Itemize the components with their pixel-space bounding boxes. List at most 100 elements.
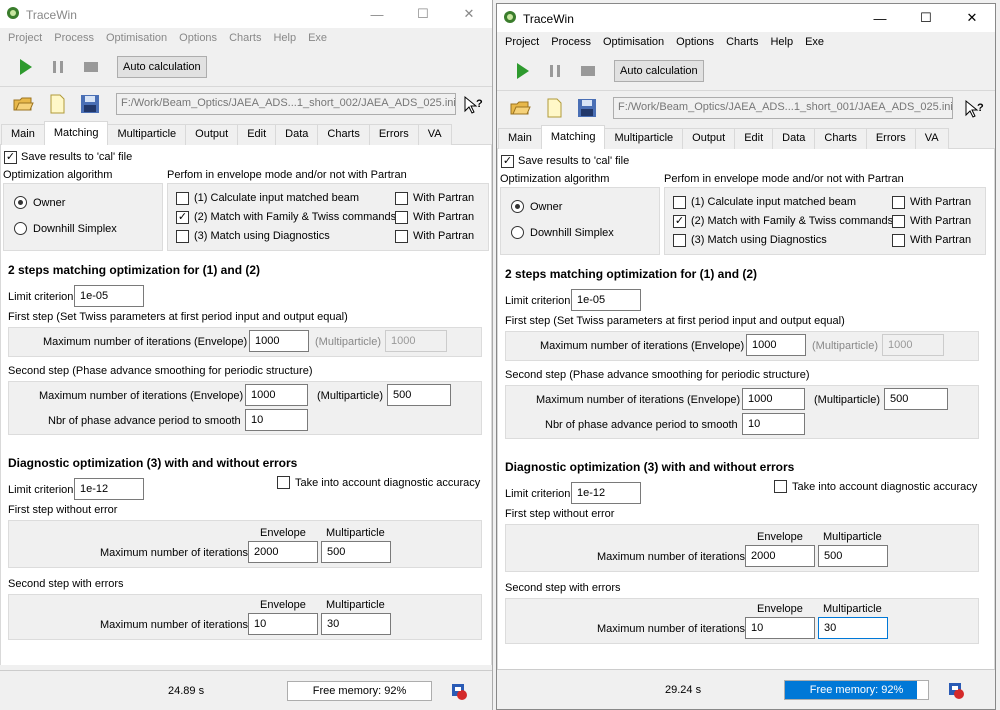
limit1-input[interactable]: 1e-05 [74,285,144,307]
partran1-checkbox[interactable] [395,192,408,205]
d2-mp-input[interactable]: 30 [321,613,391,635]
gc-robot-icon[interactable] [945,679,967,701]
tab-matching[interactable]: Matching [43,121,109,145]
save-disk-icon[interactable] [576,97,598,119]
d2-mp-input[interactable]: 30 [818,617,888,639]
pause-icon[interactable] [544,60,566,82]
menu-optimisation[interactable]: Optimisation [100,32,173,44]
d2-env-input[interactable]: 10 [745,617,815,639]
menu-help[interactable]: Help [764,36,799,48]
pause-icon[interactable] [47,56,69,78]
d2-env-input[interactable]: 10 [248,613,318,635]
option2-checkbox[interactable]: ✓ [673,215,686,228]
tab-edit[interactable]: Edit [237,124,277,145]
iter-env2-input[interactable]: 1000 [245,384,308,406]
menu-charts[interactable]: Charts [720,36,764,48]
project-path-field[interactable]: F:/Work/Beam_Optics/JAEA_ADS...1_short_0… [116,93,456,115]
project-path-field[interactable]: F:/Work/Beam_Optics/JAEA_ADS...1_short_0… [613,97,953,119]
tab-va[interactable]: VA [417,124,452,145]
tab-multiparticle[interactable]: Multiparticle [107,124,187,145]
minimize-icon[interactable]: — [354,0,400,28]
help-cursor-icon[interactable]: ? [462,94,484,116]
tab-charts[interactable]: Charts [317,124,370,145]
partran2-checkbox[interactable] [395,211,408,224]
auto-calculation-button[interactable]: Auto calculation [614,60,704,82]
menu-process[interactable]: Process [48,32,100,44]
tab-errors[interactable]: Errors [865,128,916,149]
play-icon[interactable] [14,56,36,78]
partran2-checkbox[interactable] [892,215,905,228]
save-disk-icon[interactable] [79,93,101,115]
option3-checkbox[interactable] [176,230,189,243]
stop-icon[interactable] [577,60,599,82]
iter-env2-input[interactable]: 1000 [742,388,805,410]
new-file-icon[interactable] [543,97,565,119]
option2-checkbox[interactable]: ✓ [176,211,189,224]
menu-exe[interactable]: Exe [799,36,830,48]
menu-project[interactable]: Project [2,32,48,44]
save-results-checkbox[interactable]: ✓ [4,151,17,164]
owner-radio[interactable] [14,196,27,209]
play-icon[interactable] [511,60,533,82]
gc-robot-icon[interactable] [448,680,470,702]
tab-data[interactable]: Data [772,128,816,149]
nbr-phase-input[interactable]: 10 [742,413,805,435]
title-bar[interactable]: TraceWin — ☐ ✕ [0,0,492,28]
d1-env-input[interactable]: 2000 [248,541,318,563]
tab-main[interactable]: Main [498,128,542,149]
menu-process[interactable]: Process [545,36,597,48]
iter-env1-input[interactable]: 1000 [746,334,806,356]
downhill-simplex-radio[interactable] [14,222,27,235]
iter-env1-input[interactable]: 1000 [249,330,309,352]
auto-calculation-button[interactable]: Auto calculation [117,56,207,78]
tab-edit[interactable]: Edit [734,128,774,149]
d1-env-input[interactable]: 2000 [745,545,815,567]
maximize-icon[interactable]: ☐ [903,4,949,32]
iter-mp2-input[interactable]: 500 [387,384,451,406]
limit-diag-input[interactable]: 1e-12 [74,478,144,500]
open-folder-icon[interactable] [509,97,531,119]
tab-data[interactable]: Data [275,124,319,145]
menu-exe[interactable]: Exe [302,32,333,44]
tab-output[interactable]: Output [185,124,239,145]
tab-errors[interactable]: Errors [368,124,419,145]
help-cursor-icon[interactable]: ? [963,98,985,120]
minimize-icon[interactable]: — [857,4,903,32]
tab-output[interactable]: Output [682,128,736,149]
menu-options[interactable]: Options [670,36,720,48]
downhill-simplex-radio[interactable] [511,226,524,239]
maximize-icon[interactable]: ☐ [400,0,446,28]
title-bar[interactable]: TraceWin — ☐ ✕ [497,4,995,32]
partran1-checkbox[interactable] [892,196,905,209]
option1-checkbox[interactable] [176,192,189,205]
tab-va[interactable]: VA [914,128,949,149]
option3-checkbox[interactable] [673,234,686,247]
iter-mp1-input[interactable]: 1000 [385,330,447,352]
menu-project[interactable]: Project [499,36,545,48]
owner-radio[interactable] [511,200,524,213]
stop-icon[interactable] [80,56,102,78]
iter-mp1-input[interactable]: 1000 [882,334,944,356]
menu-options[interactable]: Options [173,32,223,44]
limit1-input[interactable]: 1e-05 [571,289,641,311]
tab-main[interactable]: Main [1,124,45,145]
tab-matching[interactable]: Matching [540,125,606,149]
nbr-phase-input[interactable]: 10 [245,409,308,431]
close-icon[interactable]: ✕ [446,0,492,28]
d1-mp-input[interactable]: 500 [321,541,391,563]
iter-mp2-input[interactable]: 500 [884,388,948,410]
partran3-checkbox[interactable] [395,230,408,243]
save-results-checkbox[interactable]: ✓ [501,155,514,168]
d1-mp-input[interactable]: 500 [818,545,888,567]
option1-checkbox[interactable] [673,196,686,209]
open-folder-icon[interactable] [12,93,34,115]
diag-accuracy-checkbox[interactable] [774,480,787,493]
close-icon[interactable]: ✕ [949,4,995,32]
tab-multiparticle[interactable]: Multiparticle [604,128,684,149]
partran3-checkbox[interactable] [892,234,905,247]
menu-optimisation[interactable]: Optimisation [597,36,670,48]
menu-charts[interactable]: Charts [223,32,267,44]
menu-help[interactable]: Help [267,32,302,44]
diag-accuracy-checkbox[interactable] [277,476,290,489]
new-file-icon[interactable] [46,93,68,115]
